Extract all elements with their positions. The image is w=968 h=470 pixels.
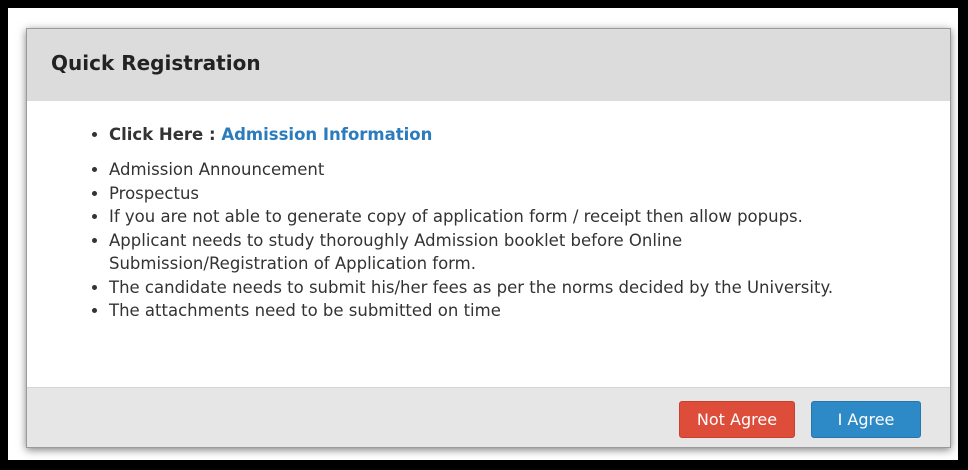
list-item: The candidate needs to submit his/her fe… <box>109 276 879 300</box>
list-item: Prospectus <box>109 182 879 206</box>
quick-registration-dialog: Quick Registration Click Here : Admissio… <box>26 28 951 448</box>
list-item: If you are not able to generate copy of … <box>109 205 879 229</box>
list-item: Applicant needs to study thoroughly Admi… <box>109 229 879 276</box>
dialog-header: Quick Registration <box>27 29 950 101</box>
click-here-label: Click Here : <box>109 125 216 144</box>
information-list: Admission Announcement Prospectus If you… <box>85 158 879 323</box>
admission-information-link[interactable]: Admission Information <box>221 125 432 144</box>
i-agree-button[interactable]: I Agree <box>811 401 921 438</box>
dialog-footer: Not Agree I Agree <box>27 387 950 447</box>
dialog-body: Click Here : Admission Information Admis… <box>27 101 950 389</box>
not-agree-button[interactable]: Not Agree <box>679 401 795 438</box>
dialog-title: Quick Registration <box>51 51 261 75</box>
click-here-list: Click Here : Admission Information <box>85 123 432 147</box>
list-item: The attachments need to be submitted on … <box>109 299 879 323</box>
screenshot-frame: Quick Registration Click Here : Admissio… <box>8 8 958 460</box>
list-item: Admission Announcement <box>109 158 879 182</box>
click-here-item: Click Here : Admission Information <box>109 123 432 147</box>
